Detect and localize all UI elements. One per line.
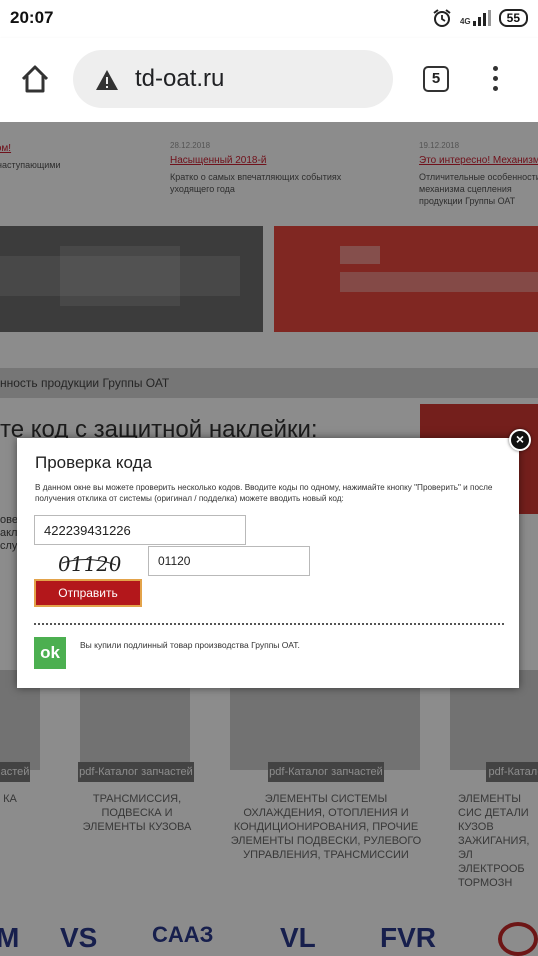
ok-badge: ok [34, 637, 66, 669]
result-message: Вы купили подлинный товар производства Г… [80, 640, 300, 650]
captcha-input[interactable] [148, 546, 310, 576]
submit-button[interactable]: Отправить [34, 579, 142, 607]
modal-title: Проверка кода [35, 453, 152, 472]
close-icon[interactable]: × [509, 429, 531, 451]
code-input[interactable] [34, 515, 246, 545]
warning-icon[interactable] [95, 69, 119, 96]
network-type: 4G [459, 17, 471, 26]
signal-icon: 4G [460, 10, 491, 26]
battery-icon: 55 [498, 9, 528, 27]
address-bar[interactable]: td-oat.ru [73, 50, 393, 108]
divider [34, 623, 504, 625]
url-text[interactable]: td-oat.ru [135, 65, 224, 93]
tab-switcher-button[interactable]: 5 [423, 66, 449, 92]
menu-dots-icon[interactable] [486, 66, 504, 96]
code-check-modal: × Проверка кода В данном окне вы можете … [17, 429, 531, 688]
status-time: 20:07 [10, 8, 54, 27]
alarm-icon [432, 8, 452, 28]
home-icon[interactable] [18, 62, 52, 96]
status-icons: 4G 55 [432, 8, 528, 28]
browser-toolbar: td-oat.ru 5 [0, 38, 538, 122]
status-bar: 20:07 4G 55 [0, 0, 538, 38]
captcha-image: 01120 [34, 549, 144, 577]
modal-description: В данном окне вы можете проверить нескол… [35, 483, 493, 503]
